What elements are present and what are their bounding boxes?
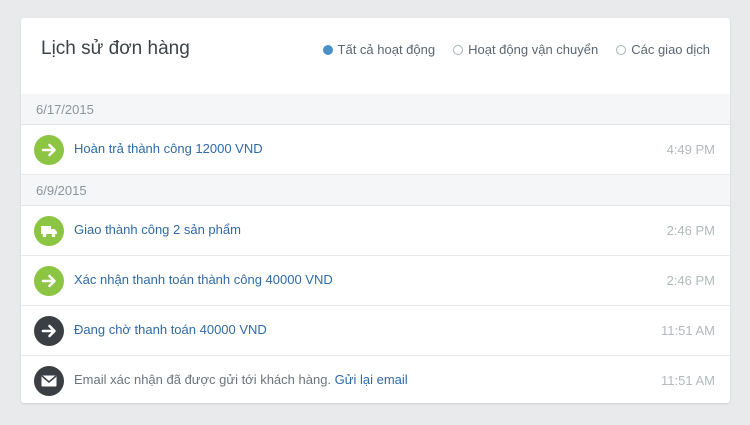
timeline-event: Xác nhận thanh toán thành công 40000 VND…	[21, 256, 730, 306]
event-text[interactable]: Xác nhận thanh toán thành công 40000 VND	[74, 272, 333, 287]
event-time: 4:49 PM	[666, 142, 715, 157]
filter-label: Tất cả hoạt động	[337, 42, 436, 57]
filter-transactions[interactable]: Các giao dịch	[616, 42, 710, 57]
date-header: 6/17/2015	[21, 94, 730, 125]
timeline-event: Giao thành công 2 sản phẩm 2:46 PM	[21, 206, 730, 256]
radio-unselected-icon[interactable]	[616, 44, 627, 55]
arrow-right-icon	[34, 266, 64, 296]
filter-label: Các giao dịch	[631, 42, 710, 57]
radio-unselected-icon[interactable]	[453, 44, 464, 55]
order-history-card: Lịch sử đơn hàng Tất cả hoạt động Hoạt đ…	[21, 18, 730, 403]
timeline-event: Đang chờ thanh toán 40000 VND 11:51 AM	[21, 306, 730, 356]
event-time: 2:46 PM	[666, 223, 715, 238]
resend-email-link[interactable]: Gửi lại email	[335, 372, 408, 387]
event-text[interactable]: Hoàn trả thành công 12000 VND	[74, 141, 263, 156]
event-text: Email xác nhận đã được gửi tới khách hàn…	[74, 372, 408, 387]
event-time: 11:51 AM	[661, 373, 715, 388]
filter-all-activities[interactable]: Tất cả hoạt động	[322, 42, 436, 57]
event-time: 2:46 PM	[666, 273, 715, 288]
timeline-event: Hoàn trả thành công 12000 VND 4:49 PM	[21, 125, 730, 175]
radio-selected-icon[interactable]	[322, 44, 333, 55]
timeline: 6/17/2015 Hoàn trả thành công 12000 VND …	[21, 94, 730, 403]
activity-filter-group: Tất cả hoạt động Hoạt động vận chuyển Cá…	[305, 42, 710, 57]
date-label: 6/9/2015	[36, 183, 87, 198]
page-title: Lịch sử đơn hàng	[41, 38, 190, 59]
filter-label: Hoạt động vận chuyển	[468, 42, 599, 57]
card-header: Lịch sử đơn hàng Tất cả hoạt động Hoạt đ…	[21, 18, 730, 94]
truck-icon	[34, 216, 64, 246]
arrow-right-icon	[34, 135, 64, 165]
event-time: 11:51 AM	[661, 323, 715, 338]
arrow-right-icon	[34, 316, 64, 346]
event-text[interactable]: Giao thành công 2 sản phẩm	[74, 222, 241, 237]
event-message: Email xác nhận đã được gửi tới khách hàn…	[74, 372, 332, 387]
filter-shipping-activities[interactable]: Hoạt động vận chuyển	[453, 42, 598, 57]
date-label: 6/17/2015	[36, 102, 94, 117]
envelope-icon	[34, 366, 64, 396]
date-header: 6/9/2015	[21, 175, 730, 206]
timeline-event: Email xác nhận đã được gửi tới khách hàn…	[21, 356, 730, 403]
event-text[interactable]: Đang chờ thanh toán 40000 VND	[74, 322, 267, 337]
